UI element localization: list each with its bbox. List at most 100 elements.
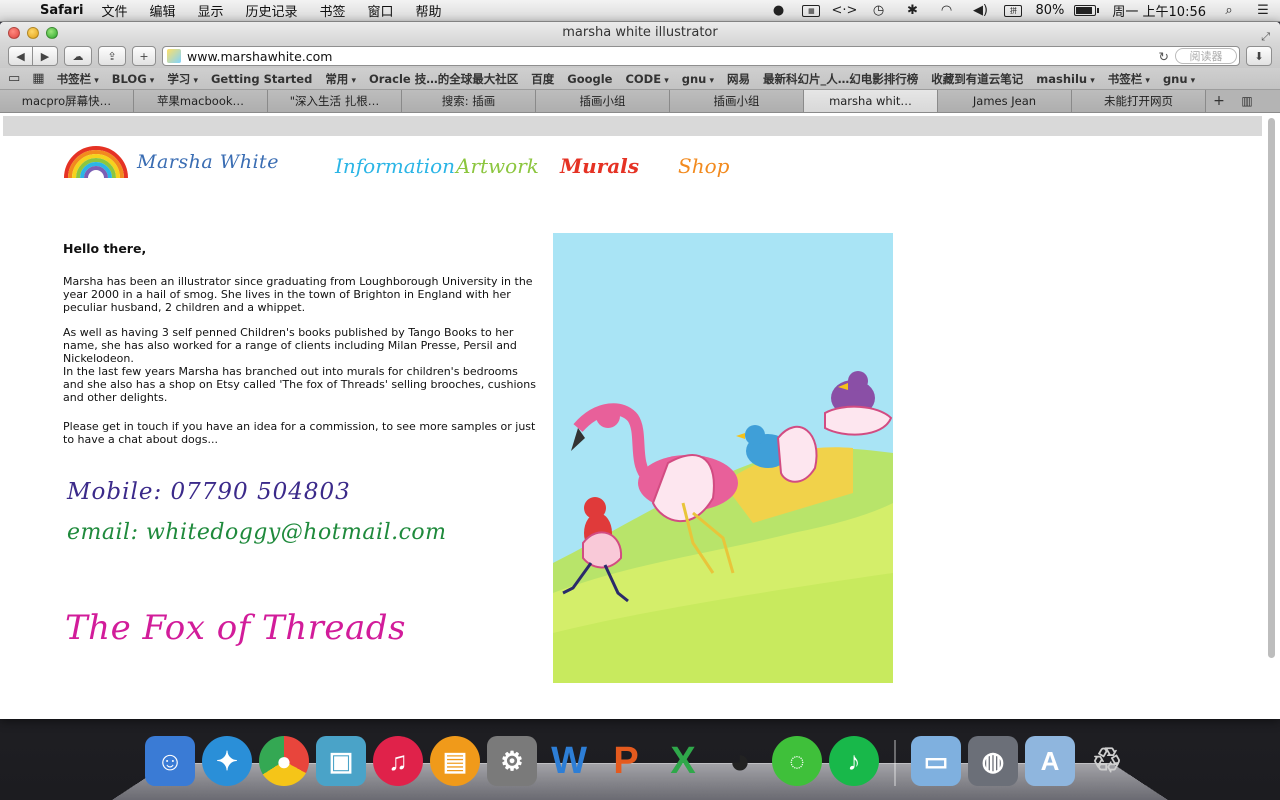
vertical-scrollbar[interactable] — [1265, 118, 1278, 718]
wechat-icon[interactable]: ◌ — [772, 736, 822, 786]
bookmark-item[interactable]: 百度 — [531, 71, 554, 87]
bio-paragraph: Please get in touch if you have an idea … — [63, 420, 536, 446]
bluetooth-icon[interactable]: ✱ — [902, 3, 922, 18]
nav-artwork[interactable]: Artwork — [456, 154, 539, 178]
finder-icon[interactable]: ☺ — [145, 736, 195, 786]
powerpoint-icon[interactable]: P — [601, 736, 651, 786]
close-window-button[interactable] — [8, 27, 20, 39]
add-tab-icon[interactable]: + — [1206, 90, 1232, 112]
keyboard-icon[interactable]: ▦ — [802, 4, 821, 17]
word-icon[interactable]: W — [544, 736, 594, 786]
notification-list-icon[interactable]: ☰ — [1253, 3, 1273, 18]
bookmark-item[interactable]: gnu — [682, 72, 714, 86]
qq-icon[interactable]: ● — [768, 3, 788, 18]
safari-icon[interactable]: ✦ — [202, 736, 252, 786]
reader-button[interactable]: 阅读器 — [1175, 48, 1237, 64]
share-button[interactable]: ⇪ — [98, 46, 126, 66]
menu-view[interactable]: 显示 — [197, 1, 223, 20]
site-logo[interactable]: Marsha White — [63, 144, 279, 180]
tab[interactable]: "深入生活 扎根… — [268, 90, 402, 112]
fullscreen-icon[interactable]: ⤢ — [1261, 26, 1270, 48]
excel-icon[interactable]: X — [658, 736, 708, 786]
music-icon[interactable]: ♪ — [829, 736, 879, 786]
tab[interactable]: 插画小组 — [670, 90, 804, 112]
clock[interactable]: 周一 上午10:56 — [1112, 1, 1206, 20]
nav-information[interactable]: Information — [335, 154, 455, 178]
reload-icon[interactable]: ↻ — [1159, 49, 1169, 64]
wifi-icon[interactable]: ◠ — [936, 3, 956, 18]
tab-active[interactable]: marsha whit… — [804, 90, 938, 112]
tab[interactable]: 苹果macbook… — [134, 90, 268, 112]
mobile-number: Mobile: 07790 504803 — [67, 479, 351, 505]
battery-percent[interactable]: 80% — [1035, 3, 1064, 18]
trash-icon[interactable]: ♲ — [1082, 736, 1132, 786]
qq-icon[interactable]: ◕ — [715, 736, 765, 786]
bookmark-item[interactable]: BLOG — [112, 72, 155, 86]
spotlight-icon[interactable]: ⌕ — [1219, 3, 1239, 18]
time-machine-icon[interactable]: ◷ — [868, 3, 888, 18]
iphoto-icon[interactable]: ▣ — [316, 736, 366, 786]
tab[interactable]: 插画小组 — [536, 90, 670, 112]
bookmark-item[interactable]: gnu — [1163, 72, 1195, 86]
bookmark-item[interactable]: Getting Started — [211, 72, 312, 86]
icloud-tabs-button[interactable]: ☁ — [64, 46, 92, 66]
top-sites-icon[interactable]: ▦ — [32, 71, 44, 86]
zoom-window-button[interactable] — [46, 27, 58, 39]
nav-murals[interactable]: Murals — [560, 154, 639, 178]
bookmark-item[interactable]: 网易 — [727, 71, 750, 87]
menu-help[interactable]: 帮助 — [416, 1, 442, 20]
menu-bar: Safari 文件 编辑 显示 历史记录 书签 窗口 帮助 ● ▦ <·> ◷ … — [0, 0, 1280, 22]
bookmark-item[interactable]: 书签栏 — [1108, 71, 1150, 87]
bookmark-item[interactable]: 常用 — [325, 71, 356, 87]
tab-bar: macpro屏幕快… 苹果macbook… "深入生活 扎根… 搜索: 插画 插… — [0, 90, 1280, 113]
dock: ☺ ✦ ● ▣ ♫ ▤ ⚙ W P X ◕ ◌ ♪ ▭ ◍ A ♲ — [145, 734, 1132, 786]
menu-file[interactable]: 文件 — [101, 1, 127, 20]
applications-folder-icon[interactable]: ▭ — [911, 736, 961, 786]
bookmark-item[interactable]: mashilu — [1036, 72, 1095, 86]
volume-icon[interactable]: ◀) — [970, 3, 990, 18]
nav-shop[interactable]: Shop — [678, 154, 729, 178]
app-menu[interactable]: Safari — [40, 3, 83, 18]
tab-overview-icon[interactable]: ▥ — [1232, 90, 1262, 112]
dock-separator — [894, 740, 896, 786]
bookmark-item[interactable]: 收藏到有道云笔记 — [931, 71, 1023, 87]
ibooks-icon[interactable]: ▤ — [430, 736, 480, 786]
email-link[interactable]: email: whitedoggy@hotmail.com — [67, 520, 447, 545]
forward-button[interactable]: ▶ — [33, 46, 58, 66]
safari-window: marsha white illustrator ⤢ ◀ ▶ ☁ ⇪ + www… — [0, 22, 1280, 719]
new-tab-button[interactable]: + — [132, 46, 156, 66]
itunes-icon[interactable]: ♫ — [373, 736, 423, 786]
battery-icon[interactable] — [1074, 5, 1100, 16]
bookmark-item[interactable]: 书签栏 — [57, 71, 99, 87]
page-header-bar — [3, 116, 1262, 136]
tab[interactable]: James Jean — [938, 90, 1072, 112]
menu-window[interactable]: 窗口 — [368, 1, 394, 20]
preview-icon[interactable]: ◍ — [968, 736, 1018, 786]
tab[interactable]: 未能打开网页 — [1072, 90, 1206, 112]
downloads-folder-icon[interactable]: A — [1025, 736, 1075, 786]
bookmark-item[interactable]: 最新科幻片_人…幻电影排行榜 — [763, 71, 918, 87]
tab[interactable]: macpro屏幕快… — [0, 90, 134, 112]
bookmark-item[interactable]: CODE — [625, 72, 668, 86]
reading-list-icon[interactable]: ▭ — [8, 71, 20, 86]
menu-edit[interactable]: 编辑 — [149, 1, 175, 20]
bookmark-item[interactable]: Oracle 技…的全球最大社区 — [369, 71, 518, 87]
title-bar: marsha white illustrator ⤢ — [0, 22, 1280, 44]
url-text[interactable]: www.marshawhite.com — [187, 49, 332, 64]
back-button[interactable]: ◀ — [8, 46, 33, 66]
menu-history[interactable]: 历史记录 — [245, 1, 297, 20]
shop-link[interactable]: The Fox of Threads — [65, 608, 406, 648]
code-icon[interactable]: <·> — [832, 3, 858, 18]
bookmarks-bar: ▭ ▦ 书签栏 BLOG 学习 Getting Started 常用 Oracl… — [0, 68, 1280, 90]
input-method-icon[interactable]: 拼 — [1004, 4, 1023, 17]
tab[interactable]: 搜索: 插画 — [402, 90, 536, 112]
address-bar[interactable]: www.marshawhite.com ↻ 阅读器 — [162, 46, 1240, 66]
chrome-icon[interactable]: ● — [259, 736, 309, 786]
bio-paragraph: In the last few years Marsha has branche… — [63, 365, 536, 404]
menu-bookmarks[interactable]: 书签 — [320, 1, 346, 20]
minimize-window-button[interactable] — [27, 27, 39, 39]
system-preferences-icon[interactable]: ⚙ — [487, 736, 537, 786]
downloads-button[interactable]: ⬇ — [1246, 46, 1272, 66]
bookmark-item[interactable]: Google — [567, 72, 612, 86]
bookmark-item[interactable]: 学习 — [167, 71, 198, 87]
